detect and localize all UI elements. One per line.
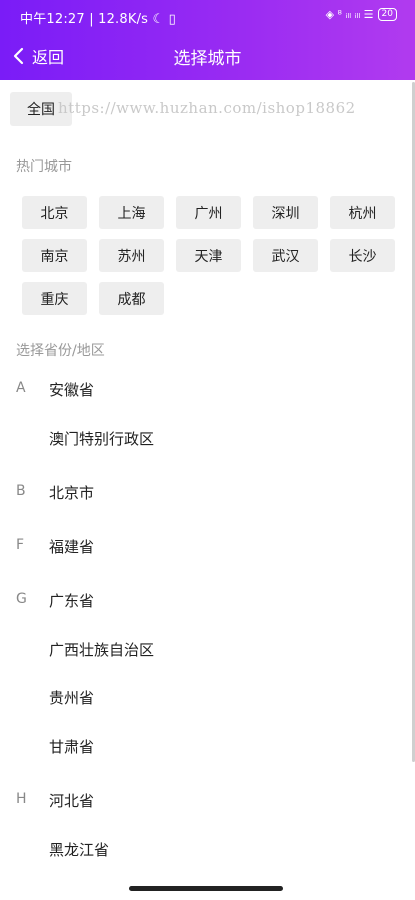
signal-icons: ◈ ⁸ ᵢₗₗ ᵢₗₗ ☰: [325, 8, 374, 21]
list-item[interactable]: G 广东省: [0, 577, 415, 625]
province-heading: 选择省份/地区: [16, 343, 105, 359]
province-name: 福建省: [49, 538, 95, 556]
status-bar: 中午12:27 | 12.8K/s ☾ ▯ ◈ ⁸ ᵢₗₗ ᵢₗₗ ☰ 20: [0, 0, 415, 32]
nav-bar: 返回 选择城市: [0, 36, 415, 76]
province-name: 黑龙江省: [49, 841, 110, 859]
page-title: 选择城市: [173, 49, 242, 69]
province-name: 河北省: [49, 792, 95, 810]
city-chip[interactable]: 上海: [99, 196, 164, 229]
index-letter: G: [16, 591, 27, 607]
province-name: 贵州省: [49, 689, 95, 707]
city-chip[interactable]: 长沙: [330, 239, 395, 272]
index-letter: H: [16, 791, 27, 807]
city-chip[interactable]: 苏州: [99, 239, 164, 272]
battery-icon: 20: [377, 8, 397, 21]
home-indicator[interactable]: [129, 886, 283, 891]
index-letter: F: [16, 537, 25, 553]
list-item[interactable]: B 北京市: [0, 469, 415, 517]
province-name: 北京市: [49, 484, 95, 502]
hot-cities-heading: 热门城市: [16, 159, 72, 175]
list-item[interactable]: 贵州省: [0, 674, 415, 722]
province-name: 广东省: [49, 592, 95, 610]
list-item[interactable]: 黑龙江省: [0, 826, 415, 874]
list-item[interactable]: H 河北省: [0, 777, 415, 825]
list-item[interactable]: 澳门特别行政区: [0, 415, 415, 463]
watermark-text: https://www.huzhan.com/ishop18862: [58, 99, 356, 117]
province-name: 甘肃省: [49, 738, 95, 756]
province-name: 澳门特别行政区: [49, 430, 155, 448]
list-item[interactable]: A 安徽省: [0, 366, 415, 414]
list-item[interactable]: 广西壮族自治区: [0, 626, 415, 674]
city-chip[interactable]: 北京: [22, 196, 87, 229]
city-chip[interactable]: 武汉: [253, 239, 318, 272]
index-letter: B: [16, 483, 26, 499]
province-name: 安徽省: [49, 381, 95, 399]
city-chip[interactable]: 重庆: [22, 282, 87, 315]
city-chip[interactable]: 广州: [176, 196, 241, 229]
status-time-speed: 中午12:27 | 12.8K/s ☾ ▯: [20, 12, 177, 27]
city-chip[interactable]: 南京: [22, 239, 87, 272]
list-item[interactable]: F 福建省: [0, 523, 415, 571]
index-letter: A: [16, 380, 26, 396]
city-chip[interactable]: 天津: [176, 239, 241, 272]
city-chip[interactable]: 杭州: [330, 196, 395, 229]
city-chip[interactable]: 成都: [99, 282, 164, 315]
province-name: 广西壮族自治区: [49, 641, 155, 659]
city-chip[interactable]: 深圳: [253, 196, 318, 229]
status-icons: ◈ ⁸ ᵢₗₗ ᵢₗₗ ☰ 20: [326, 8, 397, 21]
list-item[interactable]: 甘肃省: [0, 723, 415, 771]
app-header: 中午12:27 | 12.8K/s ☾ ▯ ◈ ⁸ ᵢₗₗ ᵢₗₗ ☰ 20 返…: [0, 0, 415, 80]
